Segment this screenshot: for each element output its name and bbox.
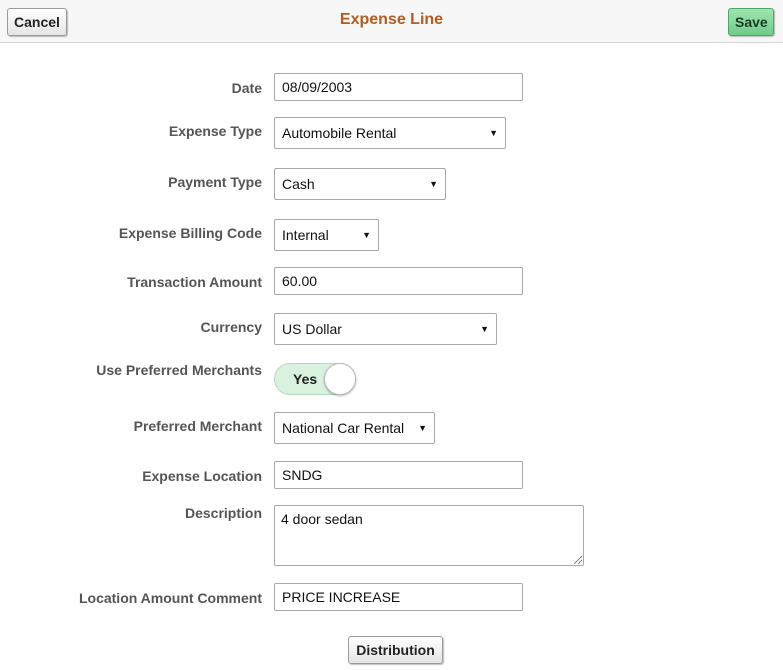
expense-location-input[interactable]: SNDG	[274, 461, 523, 489]
location-amount-comment-input[interactable]: PRICE INCREASE	[274, 583, 523, 611]
billing-code-select[interactable]: Internal ▼	[274, 219, 379, 251]
distribution-button[interactable]: Distribution	[348, 636, 443, 664]
toggle-state-text: Yes	[293, 371, 318, 387]
expense-type-value: Automobile Rental	[282, 125, 397, 141]
use-preferred-merchants-toggle[interactable]: Yes	[274, 363, 356, 395]
save-button[interactable]: Save	[728, 8, 774, 36]
expense-type-label: Expense Type	[168, 123, 262, 139]
page-title: Expense Line	[339, 11, 444, 28]
description-textarea[interactable]: 4 door sedan	[274, 505, 584, 566]
header-bar: Cancel Expense Line Save	[0, 0, 783, 43]
description-label: Description	[184, 505, 262, 521]
chevron-down-icon: ▼	[418, 423, 427, 433]
date-label: Date	[231, 80, 262, 96]
chevron-down-icon: ▼	[362, 230, 371, 240]
chevron-down-icon: ▼	[429, 179, 438, 189]
date-input[interactable]: 08/09/2003	[274, 73, 523, 101]
payment-type-label: Payment Type	[168, 174, 262, 190]
expense-type-select[interactable]: Automobile Rental ▼	[274, 117, 506, 149]
use-preferred-merchants-label: Use Preferred Merchants	[96, 362, 262, 378]
transaction-amount-label: Transaction Amount	[127, 274, 262, 290]
location-amount-comment-label: Location Amount Comment	[78, 590, 262, 606]
description-value: 4 door sedan	[281, 511, 363, 527]
expense-location-label: Expense Location	[142, 468, 262, 484]
currency-label: Currency	[200, 319, 262, 335]
chevron-down-icon: ▼	[489, 128, 498, 138]
payment-type-select[interactable]: Cash ▼	[274, 168, 446, 200]
resize-handle-icon[interactable]	[574, 556, 582, 564]
preferred-merchant-select[interactable]: National Car Rental ▼	[274, 412, 435, 444]
chevron-down-icon: ▼	[480, 324, 489, 334]
billing-code-label: Expense Billing Code	[118, 225, 262, 241]
preferred-merchant-value: National Car Rental	[282, 420, 405, 436]
toggle-knob	[324, 363, 356, 395]
currency-value: US Dollar	[282, 321, 342, 337]
billing-code-value: Internal	[282, 227, 329, 243]
preferred-merchant-label: Preferred Merchant	[133, 418, 262, 434]
payment-type-value: Cash	[282, 176, 315, 192]
transaction-amount-input[interactable]: 60.00	[274, 267, 523, 295]
currency-select[interactable]: US Dollar ▼	[274, 313, 497, 345]
